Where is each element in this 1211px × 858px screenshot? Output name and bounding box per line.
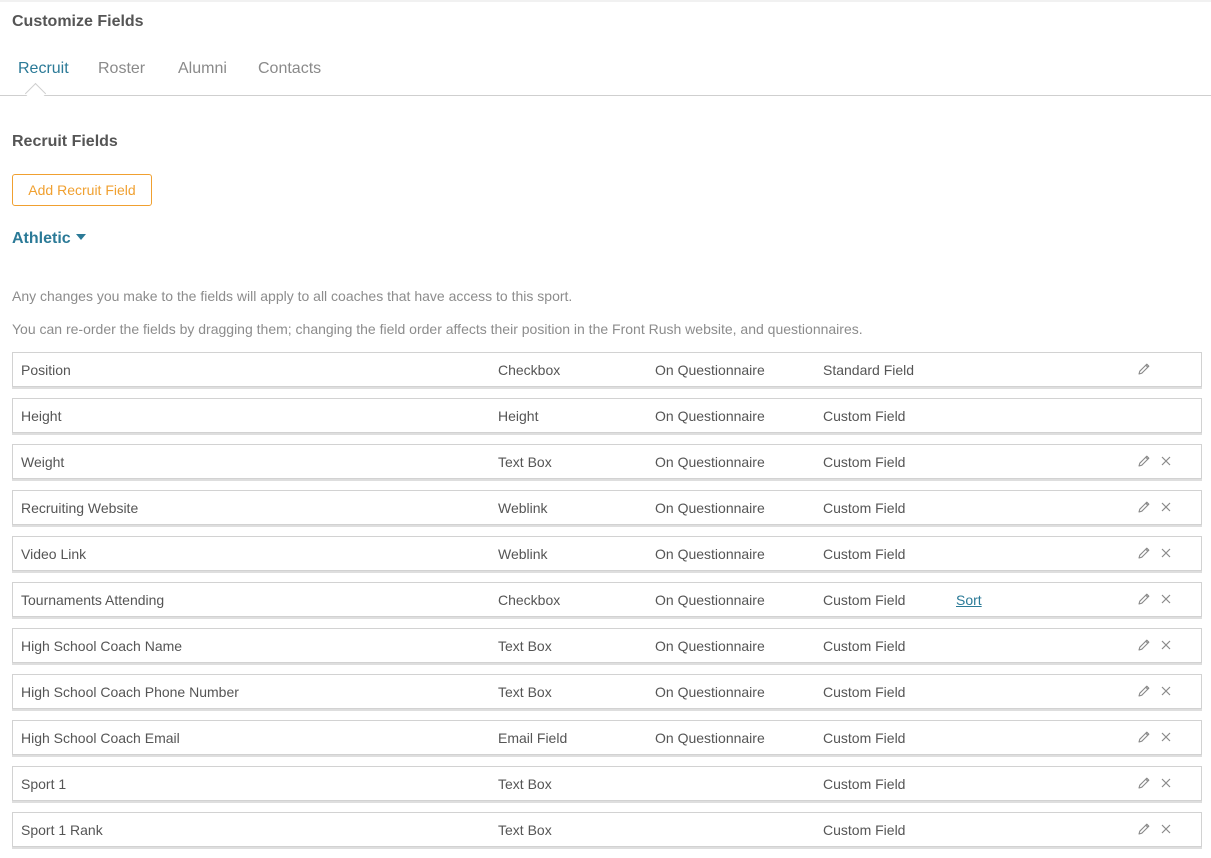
pencil-icon[interactable] bbox=[1136, 637, 1152, 653]
tab-contacts[interactable]: Contacts bbox=[258, 60, 321, 78]
field-name: Height bbox=[21, 408, 62, 424]
field-kind: Custom Field bbox=[823, 684, 906, 700]
field-type: Text Box bbox=[498, 822, 552, 838]
tab-roster[interactable]: Roster bbox=[98, 60, 145, 78]
field-questionnaire-status: On Questionnaire bbox=[655, 592, 765, 608]
info-text-changes: Any changes you make to the fields will … bbox=[12, 288, 573, 304]
field-type: Email Field bbox=[498, 730, 568, 746]
field-name: Recruiting Website bbox=[21, 500, 139, 516]
fields-list: Position Checkbox On Questionnaire Standard… bbox=[12, 352, 1202, 858]
field-type: Checkbox bbox=[498, 362, 561, 378]
field-name: High School Coach Email bbox=[21, 730, 180, 746]
pencil-icon[interactable] bbox=[1136, 775, 1152, 791]
field-row[interactable]: Sport 1 Rank Text Box Custom Field bbox=[12, 812, 1202, 847]
field-name: Sport 1 Rank bbox=[21, 822, 103, 838]
field-kind: Custom Field bbox=[823, 454, 906, 470]
field-kind: Custom Field bbox=[823, 546, 906, 562]
field-kind: Custom Field bbox=[823, 730, 906, 746]
field-questionnaire-status: On Questionnaire bbox=[655, 454, 765, 470]
field-name: Sport 1 bbox=[21, 776, 67, 792]
field-name: High School Coach Name bbox=[21, 638, 183, 654]
tab-alumni[interactable]: Alumni bbox=[178, 60, 227, 78]
field-questionnaire-status: On Questionnaire bbox=[655, 408, 765, 424]
field-name: Video Link bbox=[21, 546, 87, 562]
section-title: Recruit Fields bbox=[12, 133, 118, 150]
field-name: Position bbox=[21, 362, 71, 378]
field-row[interactable]: Video Link Weblink On Questionnaire Custom … bbox=[12, 536, 1202, 571]
field-kind: Custom Field bbox=[823, 776, 906, 792]
field-questionnaire-status: On Questionnaire bbox=[655, 362, 765, 378]
pencil-icon[interactable] bbox=[1136, 545, 1152, 561]
pencil-icon[interactable] bbox=[1136, 729, 1152, 745]
field-row[interactable]: Tournaments Attending Checkbox On Question… bbox=[12, 582, 1202, 617]
add-recruit-field-button[interactable]: Add Recruit Field bbox=[12, 174, 152, 206]
field-type: Text Box bbox=[498, 638, 552, 654]
field-name: Tournaments Attending bbox=[21, 592, 165, 608]
pencil-icon[interactable] bbox=[1136, 361, 1152, 377]
field-kind: Custom Field bbox=[823, 592, 906, 608]
pencil-icon[interactable] bbox=[1136, 499, 1152, 515]
pencil-icon[interactable] bbox=[1136, 591, 1152, 607]
field-kind: Custom Field bbox=[823, 638, 906, 654]
field-type: Checkbox bbox=[498, 592, 561, 608]
field-kind: Custom Field bbox=[823, 500, 906, 516]
tab-bar: Recruit Roster Alumni Contacts bbox=[0, 58, 1211, 105]
field-row[interactable]: Height Height On Questionnaire Custom Field bbox=[12, 398, 1202, 433]
field-row[interactable]: High School Coach Name Text Box On Questio… bbox=[12, 628, 1202, 663]
close-icon[interactable] bbox=[1158, 729, 1174, 745]
field-kind: Custom Field bbox=[823, 408, 906, 424]
active-tab-pointer bbox=[24, 82, 47, 105]
close-icon[interactable] bbox=[1158, 775, 1174, 791]
field-row[interactable]: High School Coach Phone Number Text Box On… bbox=[12, 674, 1202, 709]
close-icon[interactable] bbox=[1158, 499, 1174, 515]
field-type: Weblink bbox=[498, 500, 548, 516]
field-row[interactable]: Sport 1 Text Box Custom Field bbox=[12, 766, 1202, 801]
category-label: Athletic bbox=[12, 230, 71, 247]
field-questionnaire-status: On Questionnaire bbox=[655, 684, 765, 700]
field-row[interactable]: Weight Text Box On Questionnaire Custom Fie… bbox=[12, 444, 1202, 479]
pencil-icon[interactable] bbox=[1136, 453, 1152, 469]
pencil-icon[interactable] bbox=[1136, 821, 1152, 837]
tab-recruit[interactable]: Recruit bbox=[18, 60, 69, 78]
close-icon[interactable] bbox=[1158, 453, 1174, 469]
field-row[interactable]: Position Checkbox On Questionnaire Standard… bbox=[12, 352, 1202, 387]
close-icon[interactable] bbox=[1158, 591, 1174, 607]
top-border bbox=[0, 0, 1211, 2]
field-kind: Custom Field bbox=[823, 822, 906, 838]
field-row[interactable]: Recruiting Website Weblink On Questionnair… bbox=[12, 490, 1202, 525]
caret-down-icon bbox=[75, 234, 86, 240]
field-type: Height bbox=[498, 408, 539, 424]
field-questionnaire-status: On Questionnaire bbox=[655, 638, 765, 654]
close-icon[interactable] bbox=[1158, 637, 1174, 653]
field-name: High School Coach Phone Number bbox=[21, 684, 239, 700]
field-kind: Standard Field bbox=[823, 362, 915, 378]
field-type: Text Box bbox=[498, 454, 552, 470]
info-text-reorder: You can re-order the fields by dragging … bbox=[12, 321, 863, 337]
close-icon[interactable] bbox=[1158, 545, 1174, 561]
field-type: Text Box bbox=[498, 776, 552, 792]
category-dropdown-athletic[interactable]: Athletic bbox=[12, 230, 86, 248]
field-row[interactable]: High School Coach Email Email Field On Que… bbox=[12, 720, 1202, 755]
field-type: Text Box bbox=[498, 684, 552, 700]
field-type: Weblink bbox=[498, 546, 548, 562]
field-questionnaire-status: On Questionnaire bbox=[655, 500, 765, 516]
sort-link[interactable]: Sort bbox=[956, 592, 982, 608]
close-icon[interactable] bbox=[1158, 821, 1174, 837]
field-questionnaire-status: On Questionnaire bbox=[655, 730, 765, 746]
pencil-icon[interactable] bbox=[1136, 683, 1152, 699]
field-questionnaire-status: On Questionnaire bbox=[655, 546, 765, 562]
field-name: Weight bbox=[21, 454, 65, 470]
close-icon[interactable] bbox=[1158, 683, 1174, 699]
page-title: Customize Fields bbox=[12, 13, 144, 30]
